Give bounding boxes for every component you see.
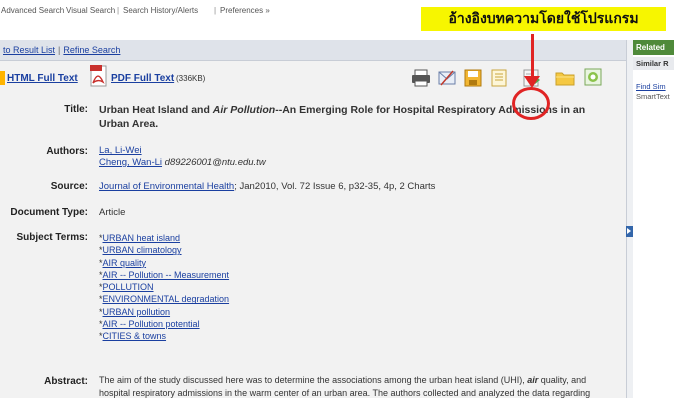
visual-search-link[interactable]: Visual Search [66,6,115,15]
subject-term: *URBAN pollution [99,306,171,317]
journal-link[interactable]: Journal of Environmental Health [99,181,234,192]
subject-term: *CITIES & towns [99,331,167,342]
subject-term-link[interactable]: URBAN pollution [103,307,171,317]
pdf-fulltext-label[interactable]: PDF Full Text [111,73,174,84]
title-part1: Urban Heat Island and [99,104,213,116]
subject-term-link[interactable]: URBAN climatology [103,245,182,255]
authors-label: Authors: [46,146,88,157]
email-icon[interactable] [437,68,457,88]
result-list-link[interactable]: to Result List [3,45,55,55]
smarttext-label: SmartText [636,92,670,101]
author-email: d89226001@ntu.edu.tw [164,157,266,168]
subject-term-link[interactable]: ENVIRONMENTAL degradation [103,294,230,304]
title-emphasis: Air Pollution [212,104,276,116]
author-link[interactable]: La, Li-Wei [99,145,142,156]
header-divider: | [58,45,61,55]
annotation-arrow [531,34,534,78]
pdf-icon[interactable] [90,65,107,87]
header-links: to Result List | Refine Search [3,45,120,55]
subjects-label: Subject Terms: [16,232,89,243]
subject-term: *AIR -- Pollution potential [99,319,200,330]
doctype-label: Document Type: [10,207,88,218]
html-fulltext-link[interactable]: HTML Full Text [7,73,78,84]
pdf-size: (336KB) [176,74,206,83]
subject-term-link[interactable]: AIR quality [103,258,147,268]
find-similar-link[interactable]: Find Sim [636,82,674,91]
preferences-link[interactable]: Preferences » [220,6,270,15]
annotation-caption: อ้างอิงบทความโดยใช้โปรแกรม [421,7,666,31]
annotation-circle [512,87,550,120]
folder-icon[interactable] [555,68,575,88]
cite-icon[interactable] [489,68,509,88]
expand-arrow-icon[interactable] [626,226,633,237]
abstract-line1a: The aim of the study discussed here was … [99,375,528,385]
subject-term-link[interactable]: CITIES & towns [103,331,167,341]
subject-term: *URBAN climatology [99,245,182,256]
search-history-link[interactable]: Search History/Alerts [123,6,198,15]
abstract-line2: hospital respiratory admissions in the w… [99,388,591,398]
abstract-label: Abstract: [44,376,88,387]
print-icon[interactable] [411,68,431,88]
subject-term: *URBAN heat island [99,233,181,243]
title-label: Title: [64,104,88,115]
related-header: Related [633,40,674,55]
abstract-text: The aim of the study discussed here was … [99,374,619,400]
doctype-value: Article [99,207,126,218]
pdf-fulltext-link[interactable]: PDF Full Text [111,73,174,84]
author-link[interactable]: Cheng, Wan-Li [99,157,162,168]
subject-term-link[interactable]: URBAN heat island [103,233,181,243]
similar-results-header: Similar R [633,57,674,70]
save-icon[interactable] [463,68,483,88]
html-fulltext-icon [0,71,5,85]
nav-separator: | [214,6,217,15]
abstract-emphasis: air [527,375,539,385]
source-value: Journal of Environmental Health; Jan2010… [99,181,435,192]
subject-term-link[interactable]: AIR -- Pollution potential [103,319,200,329]
source-label: Source: [50,181,88,192]
abstract-line1b: quality, and [538,375,587,385]
nav-separator: | [117,6,120,15]
subject-term: *AIR quality [99,257,147,268]
refine-search-link[interactable]: Refine Search [63,45,120,55]
related-panel: Related Similar R Find Sim SmartText [633,40,674,398]
subject-term-link[interactable]: POLLUTION [103,282,154,292]
subject-term: *POLLUTION [99,282,154,293]
subject-term: *ENVIRONMENTAL degradation [99,294,230,305]
advanced-search-link[interactable]: Advanced Search [1,6,64,15]
subject-term: *AIR -- Pollution -- Measurement [99,269,230,280]
subject-terms: *URBAN heat island *URBAN climatology *A… [99,232,229,343]
source-details: ; Jan2010, Vol. 72 Issue 6, p32-35, 4p, … [234,181,436,192]
subject-term-link[interactable]: AIR -- Pollution -- Measurement [103,270,230,280]
add-icon[interactable] [583,67,603,87]
authors-list: La, Li-Wei Cheng, Wan-Li d89226001@ntu.e… [99,145,266,169]
